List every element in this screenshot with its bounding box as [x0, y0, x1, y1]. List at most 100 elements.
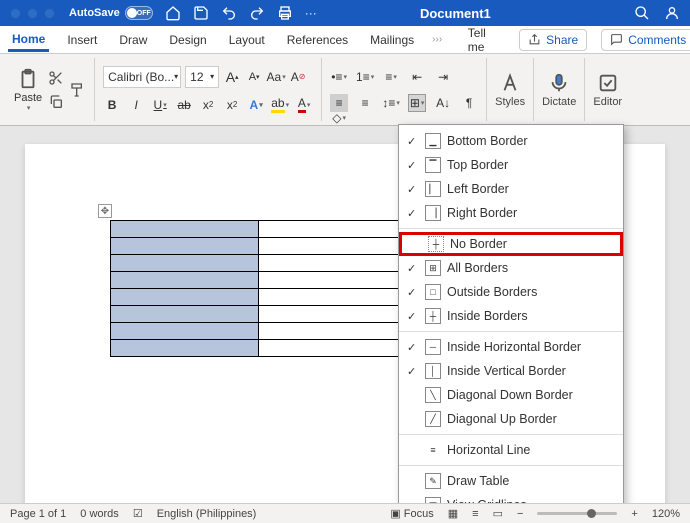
zoom-level[interactable]: 120% [652, 508, 680, 520]
line-spacing-icon[interactable]: ↕≡▾ [382, 94, 400, 112]
styles-button[interactable]: Styles [495, 72, 525, 108]
table-row[interactable] [111, 255, 407, 272]
home-icon[interactable] [165, 5, 181, 21]
align-center-icon[interactable]: ≡ [356, 94, 374, 112]
table-row[interactable] [111, 221, 407, 238]
italic-button[interactable]: I [127, 96, 145, 114]
table-row[interactable] [111, 340, 407, 357]
table-row[interactable] [111, 289, 407, 306]
fullscreen-traffic-icon[interactable] [44, 8, 55, 19]
sort-icon[interactable]: A↓ [434, 94, 452, 112]
menu-item-diag-up-border[interactable]: ╱Diagonal Up Border [399, 407, 623, 431]
redo-icon[interactable] [249, 5, 265, 21]
underline-button[interactable]: U▾ [151, 96, 169, 114]
minimize-traffic-icon[interactable] [27, 8, 38, 19]
menu-item-bottom-border[interactable]: ✓▁Bottom Border [399, 129, 623, 153]
table-row[interactable] [111, 238, 407, 255]
tab-draw[interactable]: Draw [115, 29, 151, 51]
undo-icon[interactable] [221, 5, 237, 21]
clear-format-icon[interactable]: A⊘ [289, 68, 307, 86]
tab-references[interactable]: References [283, 29, 352, 51]
copy-icon[interactable] [48, 94, 64, 110]
indent-increase-icon[interactable]: ⇥ [434, 68, 452, 86]
shrink-font-icon[interactable]: A▾ [245, 68, 263, 86]
menu-item-inside-h-border[interactable]: ✓─Inside Horizontal Border [399, 335, 623, 359]
highlight-icon[interactable]: ab▾ [271, 96, 289, 114]
status-language[interactable]: English (Philippines) [157, 508, 257, 520]
search-icon[interactable] [634, 5, 650, 21]
tab-layout[interactable]: Layout [225, 29, 269, 51]
zoom-in-button[interactable]: + [631, 508, 637, 520]
menu-item-right-border[interactable]: ✓▕Right Border [399, 201, 623, 225]
close-traffic-icon[interactable] [10, 8, 21, 19]
menu-item-horizontal-line[interactable]: ≡Horizontal Line [399, 438, 623, 462]
multilevel-icon[interactable]: ≡▾ [382, 68, 400, 86]
window-controls[interactable] [10, 8, 55, 19]
tab-mailings[interactable]: Mailings [366, 29, 418, 51]
menu-item-diag-down-border[interactable]: ╲Diagonal Down Border [399, 383, 623, 407]
tab-home[interactable]: Home [8, 28, 49, 52]
paste-button[interactable]: Paste ▾ [14, 68, 42, 112]
outside-borders-icon: □ [425, 284, 441, 300]
numbering-icon[interactable]: 1≡▾ [356, 68, 374, 86]
shading-icon[interactable]: ◇▾ [330, 109, 348, 127]
view-web-icon[interactable]: ▭ [493, 507, 503, 520]
menu-item-inside-borders[interactable]: ✓┼Inside Borders [399, 304, 623, 328]
scissors-icon[interactable] [48, 70, 64, 86]
autosave-switch[interactable]: OFF [125, 6, 153, 20]
menu-item-draw-table[interactable]: ✎Draw Table [399, 469, 623, 493]
diag-up-border-icon: ╱ [425, 411, 441, 427]
comments-button[interactable]: Comments [601, 29, 690, 51]
view-read-icon[interactable]: ≡ [472, 508, 478, 520]
inside-h-border-icon: ─ [425, 339, 441, 355]
comment-icon [610, 33, 623, 46]
table-row[interactable] [111, 323, 407, 340]
indent-decrease-icon[interactable]: ⇤ [408, 68, 426, 86]
horizontal-line-icon: ≡ [425, 442, 441, 458]
share-button[interactable]: Share [519, 29, 587, 51]
table-row[interactable] [111, 272, 407, 289]
subscript-button[interactable]: x2 [199, 96, 217, 114]
account-icon[interactable] [664, 5, 680, 21]
menu-item-inside-v-border[interactable]: ✓│Inside Vertical Border [399, 359, 623, 383]
focus-mode-button[interactable]: ▣ Focus [390, 507, 433, 520]
status-words[interactable]: 0 words [80, 508, 119, 520]
tabs-overflow-icon[interactable]: ››› [432, 34, 442, 45]
zoom-slider[interactable] [537, 512, 617, 515]
menu-item-outside-borders[interactable]: ✓□Outside Borders [399, 280, 623, 304]
dictate-button[interactable]: Dictate [542, 72, 576, 108]
table-move-handle[interactable]: ✥ [98, 204, 112, 218]
format-painter-icon[interactable] [70, 82, 86, 98]
show-marks-icon[interactable]: ¶ [460, 94, 478, 112]
editor-button[interactable]: Editor [593, 72, 622, 108]
menu-item-no-border[interactable]: ┼No Border [399, 232, 623, 256]
font-size-combo[interactable]: 12▾ [185, 66, 219, 88]
save-icon[interactable] [193, 5, 209, 21]
text-effects-icon[interactable]: A▾ [247, 96, 265, 114]
grow-font-icon[interactable]: A▴ [223, 68, 241, 86]
change-case-icon[interactable]: Aa▾ [267, 68, 285, 86]
superscript-button[interactable]: x2 [223, 96, 241, 114]
font-name-combo[interactable]: Calibri (Bo...▾ [103, 66, 181, 88]
table-row[interactable] [111, 306, 407, 323]
tab-design[interactable]: Design [165, 29, 210, 51]
autosave-toggle[interactable]: AutoSave OFF [69, 6, 153, 20]
editor-icon [597, 72, 619, 94]
font-color-icon[interactable]: A▾ [295, 96, 313, 114]
view-print-icon[interactable]: ▦ [448, 507, 458, 520]
menu-item-left-border[interactable]: ✓▏Left Border [399, 177, 623, 201]
chevron-down-icon: ▾ [27, 104, 31, 112]
borders-button[interactable]: ⊞▾ [408, 94, 426, 112]
bold-button[interactable]: B [103, 96, 121, 114]
tell-me-search[interactable]: Tell me [456, 26, 491, 54]
menu-item-top-border[interactable]: ✓▔Top Border [399, 153, 623, 177]
bullets-icon[interactable]: •≡▾ [330, 68, 348, 86]
diag-down-border-icon: ╲ [425, 387, 441, 403]
strike-button[interactable]: ab [175, 96, 193, 114]
document-table[interactable] [110, 220, 407, 357]
zoom-out-button[interactable]: − [517, 508, 523, 520]
spellcheck-icon[interactable]: ☑ [133, 507, 143, 520]
tab-insert[interactable]: Insert [63, 29, 101, 51]
status-page[interactable]: Page 1 of 1 [10, 508, 66, 520]
menu-item-all-borders[interactable]: ✓⊞All Borders [399, 256, 623, 280]
